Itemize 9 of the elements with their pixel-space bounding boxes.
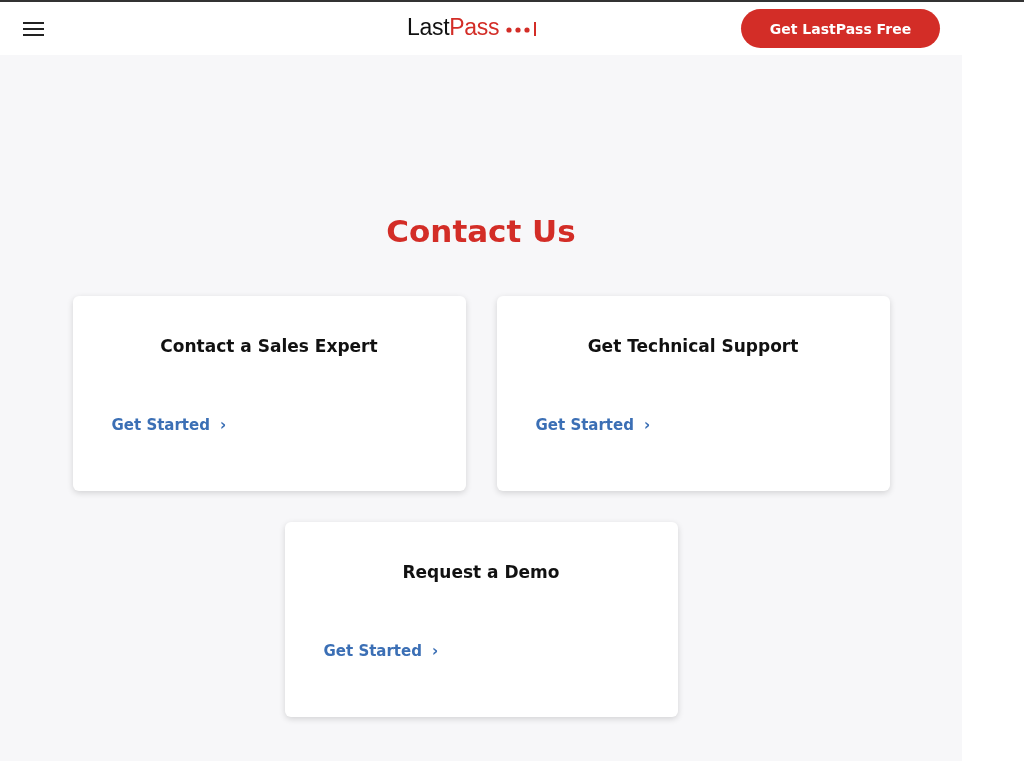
card-title: Contact a Sales Expert <box>160 336 378 356</box>
card-title: Request a Demo <box>402 562 560 582</box>
get-started-link[interactable]: Get Started › <box>535 416 651 434</box>
get-started-link[interactable]: Get Started › <box>111 416 227 434</box>
get-free-button[interactable]: Get LastPass Free <box>741 9 940 48</box>
get-started-link[interactable]: Get Started › <box>323 642 439 660</box>
logo-wordmark[interactable]: LastPass <box>407 14 500 41</box>
page-title: Contact Us <box>386 213 576 249</box>
card-title: Get Technical Support <box>587 336 799 356</box>
